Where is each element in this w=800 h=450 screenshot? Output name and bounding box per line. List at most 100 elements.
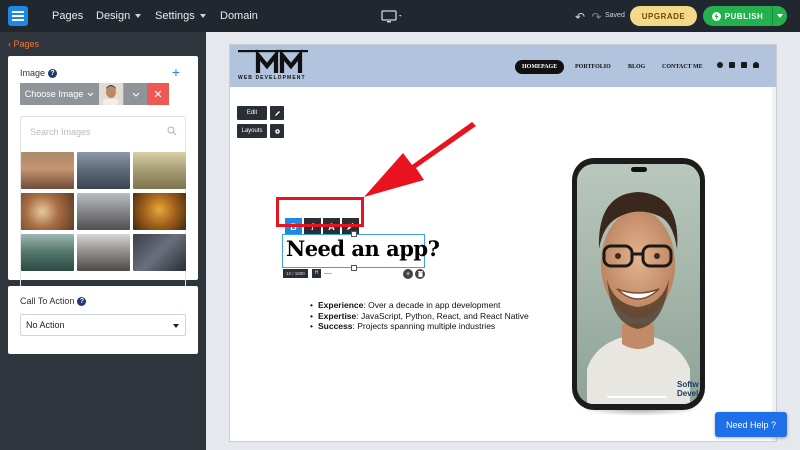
list-text: : Over a decade in app development	[363, 300, 501, 310]
brand-logo[interactable]	[238, 48, 308, 74]
publish-options-toggle[interactable]	[773, 14, 787, 18]
phone-mockup[interactable]: Softw Devel	[572, 158, 705, 410]
cta-selected-value: No Action	[26, 320, 65, 330]
resize-handle-top[interactable]	[351, 231, 357, 237]
trash-icon[interactable]	[415, 269, 425, 279]
publish-main[interactable]: PUBLISH	[703, 6, 773, 26]
list-item: Expertise: JavaScript, Python, React, an…	[310, 311, 529, 322]
menu-icon[interactable]	[8, 6, 28, 26]
phone-notch	[631, 167, 647, 172]
search-images-input[interactable]	[21, 117, 185, 147]
selected-image-thumbnail[interactable]	[99, 83, 123, 105]
user-icon[interactable]	[753, 62, 759, 68]
close-icon: ✕	[153, 88, 163, 101]
site-nav-portfolio[interactable]: PORTFOLIO	[575, 60, 611, 74]
portrait-image	[577, 164, 700, 404]
phone-shirt-text: Softw Devel	[677, 380, 699, 398]
undo-redo-group: ↶ ↷	[575, 10, 601, 24]
nav-design[interactable]: Design	[96, 0, 142, 32]
need-help-button[interactable]: Need Help ?	[715, 412, 787, 437]
phone-screen-image: Softw Devel	[577, 164, 700, 404]
feature-list: Experience: Over a decade in app develop…	[310, 300, 529, 332]
nav-domain-label: Domain	[220, 10, 258, 22]
call-to-action-panel: Call To Action ? No Action	[8, 286, 198, 354]
top-bar: Pages Design Settings Domain ↶ ↷ Saved U…	[0, 0, 800, 32]
help-icon[interactable]: ?	[48, 68, 58, 78]
chevron-down-icon	[132, 92, 139, 97]
site-preview: WEB DEVELOPMENT HOMEPAGE PORTFOLIO BLOG …	[229, 44, 777, 442]
share-icon[interactable]	[717, 62, 723, 68]
brand-tagline: WEB DEVELOPMENT	[238, 75, 306, 81]
edit-section-button[interactable]: Edit	[237, 106, 267, 120]
image-results-grid	[21, 152, 187, 271]
image-label: Image	[20, 68, 46, 78]
add-image-button[interactable]: +	[172, 65, 180, 79]
edit-label: Edit	[246, 110, 258, 116]
need-help-label: Need Help ?	[725, 419, 777, 430]
nav-pages[interactable]: Pages	[52, 0, 83, 32]
site-nav-homepage[interactable]: HOMEPAGE	[515, 60, 565, 74]
nav-settings[interactable]: Settings	[155, 0, 206, 32]
image-picker-row: Choose Image ✕	[20, 83, 169, 105]
character-counter: 12 / 1500	[283, 269, 308, 278]
list-term: Expertise	[317, 310, 357, 321]
help-icon[interactable]: ?	[77, 296, 87, 306]
back-label: Pages	[13, 39, 40, 49]
search-icon[interactable]	[167, 126, 177, 136]
layouts-label: Layouts	[241, 128, 263, 134]
site-header: WEB DEVELOPMENT HOMEPAGE PORTFOLIO BLOG …	[230, 45, 776, 87]
headline[interactable]: Need an app?	[286, 236, 440, 261]
social-icons	[717, 62, 759, 68]
undo-icon[interactable]: ↶	[575, 10, 585, 24]
image-options-toggle[interactable]	[123, 83, 147, 105]
publish-label: PUBLISH	[724, 11, 764, 21]
image-result[interactable]	[133, 193, 186, 230]
back-to-pages-link[interactable]: ‹ Pages	[8, 39, 39, 49]
list-term: Success	[317, 321, 353, 331]
list-item: Success: Projects spanning multiple indu…	[310, 321, 529, 332]
pencil-icon[interactable]	[270, 106, 284, 120]
image-result[interactable]	[21, 193, 74, 230]
list-text: : Projects spanning multiple industries	[352, 321, 496, 331]
image-result[interactable]	[133, 234, 186, 271]
image-panel-header: Image ?	[20, 68, 58, 78]
image-result[interactable]	[133, 152, 186, 189]
redo-icon[interactable]: ↷	[591, 10, 601, 24]
image-result[interactable]	[77, 193, 130, 230]
phone-icon[interactable]	[741, 62, 747, 68]
layouts-button[interactable]: Layouts	[237, 124, 267, 138]
cta-select[interactable]: No Action	[20, 314, 186, 336]
sidebar: ‹ Pages Image ? + Choose Image ✕ Search …	[0, 32, 206, 450]
site-nav-contact[interactable]: CONTACT ME	[662, 60, 703, 74]
image-result[interactable]	[21, 234, 74, 271]
image-result[interactable]	[77, 234, 130, 271]
scrollbar[interactable]	[772, 87, 776, 441]
mail-icon[interactable]	[729, 62, 735, 68]
image-result[interactable]	[77, 152, 130, 189]
chevron-down-icon	[135, 14, 142, 19]
underline-indicator	[324, 273, 332, 274]
desktop-icon[interactable]	[381, 10, 403, 26]
site-nav-blog[interactable]: BLOG	[628, 60, 645, 74]
list-text: : JavaScript, Python, React, and React N…	[356, 310, 529, 321]
choose-image-button[interactable]: Choose Image	[20, 83, 99, 105]
image-search-box	[20, 116, 186, 292]
image-result[interactable]	[21, 152, 74, 189]
nav-domain[interactable]: Domain	[220, 0, 258, 32]
upgrade-button[interactable]: UPGRADE	[630, 6, 697, 26]
chevron-down-icon	[87, 92, 94, 96]
add-element-icon[interactable]: +	[403, 269, 413, 279]
resize-handle-bottom[interactable]	[351, 265, 357, 271]
publish-button[interactable]: PUBLISH	[703, 6, 787, 26]
nav-pages-label: Pages	[52, 10, 84, 22]
heading-level-button[interactable]: H	[312, 269, 321, 278]
list-term: Experience	[317, 300, 364, 310]
cta-panel-header: Call To Action ?	[20, 296, 87, 306]
remove-image-button[interactable]: ✕	[147, 83, 169, 105]
chevron-down-icon	[173, 324, 179, 328]
nav-design-label: Design	[96, 10, 131, 22]
gear-icon[interactable]	[270, 124, 284, 138]
cta-label: Call To Action	[20, 296, 75, 306]
home-indicator	[607, 396, 667, 398]
phone-text-line-2: Devel	[677, 389, 699, 398]
